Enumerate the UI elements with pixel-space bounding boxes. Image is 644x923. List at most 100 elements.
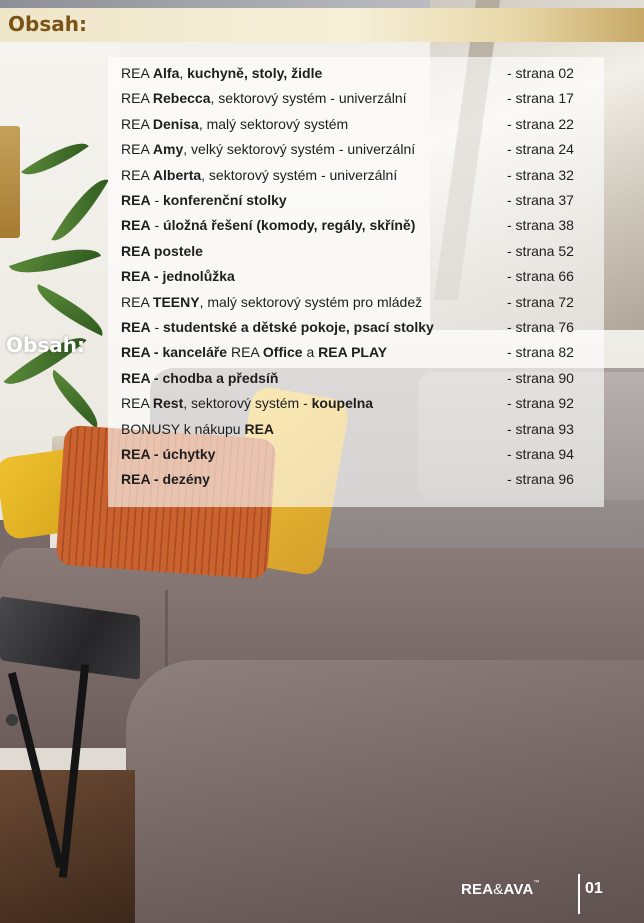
toc-entry-title-part: -: [150, 217, 164, 234]
toc-entry-title-part: REA: [121, 395, 153, 412]
toc-entry-title-part: a: [302, 344, 319, 361]
toc-entry-title-part: REA: [121, 319, 151, 335]
page-number: 01: [585, 880, 603, 897]
toc-entry-title: REA - úchytky: [121, 446, 215, 462]
brand-logo: REA&AVA™: [461, 880, 540, 898]
toc-entry-title: REA Rest, sektorový systém - koupelna: [121, 395, 373, 411]
toc-entry-title-part: -: [150, 192, 164, 208]
toc-entry-title-part: REA: [227, 344, 263, 361]
toc-entry-page: - strana 17: [507, 90, 574, 107]
toc-entry[interactable]: REA - chodba a předsíň - strana 90: [121, 370, 601, 390]
toc-entry-title-part: Denisa: [152, 115, 199, 132]
header-band: [0, 8, 644, 42]
toc-entry-title-part: REA: [121, 115, 153, 132]
toc-entry-title-part: REA - úchytky: [121, 446, 216, 462]
toc-entry-title-part: REA - chodba a předsíň: [121, 369, 279, 386]
toc-entry-title-part: Rebecca: [152, 90, 211, 107]
toc-entry[interactable]: REA Alfa, kuchyně, stoly, židle - strana …: [121, 65, 601, 85]
toc-entry-page: - strana 37: [507, 192, 574, 208]
toc-entry-title-part: úložná řešení (komody, regály, skříně): [163, 217, 416, 234]
toc-entry-title-part: REA: [121, 192, 151, 208]
toc-entry-title-part: ,: [179, 65, 188, 81]
toc-entry-title-part: REA postele: [121, 242, 203, 259]
toc-entry-page: - strana 94: [507, 446, 574, 462]
toc-entry-page: - strana 66: [507, 268, 574, 285]
brand-ampersand: &: [493, 881, 504, 898]
toc-entry-title: REA - dezény: [121, 471, 210, 487]
toc-entry-page: - strana 96: [507, 471, 574, 488]
toc-entry-page: - strana 93: [507, 420, 574, 437]
toc-entry[interactable]: REA Amy, velký sektorový systém - univer…: [121, 141, 601, 161]
toc-entry-title: REA Rebecca, sektorový systém - univerzá…: [121, 90, 407, 106]
toc-entry-title: REA Denisa, malý sektorový systém: [121, 116, 348, 132]
toc-entry[interactable]: REA postele - strana 52: [121, 243, 601, 263]
toc-entry[interactable]: REA - konferenční stolky - strana 37: [121, 192, 601, 212]
toc-entry-title: REA - studentské a dětské pokoje, psací …: [121, 319, 434, 335]
toc-entry[interactable]: REA Alberta, sektorový systém - univerzá…: [121, 167, 601, 187]
toc-entry-title-part: REA - jednolůžka: [121, 268, 235, 285]
brand-rea: REA: [461, 881, 494, 898]
toc-entry-title: REA - kanceláře REA Office a REA PLAY: [121, 344, 387, 360]
toc-entry[interactable]: REA - úchytky - strana 94: [121, 446, 601, 466]
toc-entry-title-part: REA: [121, 293, 153, 310]
toc-entry-title-part: REA: [121, 217, 151, 234]
sofa-chaise: [126, 660, 644, 923]
wall: [0, 40, 120, 460]
toc-entry-title-part: Office: [262, 344, 303, 361]
toc-entry-title-part: studentské a dětské pokoje, psací stolky: [163, 319, 434, 335]
toc-entry-page: - strana 02: [507, 65, 574, 81]
toc-entry-title-part: BONUSY k nákupu: [121, 420, 245, 437]
toc-entry[interactable]: REA Denisa, malý sektorový systém - stran…: [121, 116, 601, 136]
brand-trademark: ™: [533, 880, 540, 886]
toc-entry-title-part: , sektorový systém - univerzální: [210, 90, 407, 107]
toc-entry-page: - strana 52: [507, 242, 574, 259]
toc-entry-title-part: REA - dezény: [121, 471, 210, 488]
toc-entry-page: - strana 72: [507, 293, 574, 310]
toc-entry-title: REA - úložná řešení (komody, regály, skř…: [121, 217, 415, 233]
toc-entry-title-part: REA: [244, 420, 275, 437]
toc-entry-title-part: Rest: [152, 395, 184, 412]
toc-entry-page: - strana 32: [507, 166, 574, 183]
toc-entry[interactable]: REA Rest, sektorový systém - koupelna - s…: [121, 395, 601, 415]
toc-entry-title-part: , malý sektorový systém: [198, 115, 349, 132]
toc-entry-title-part: REA: [121, 166, 153, 183]
toc-entry[interactable]: BONUSY k nákupu REA - strana 93: [121, 421, 601, 441]
toc-entry-title-part: , velký sektorový systém - univerzální: [183, 141, 416, 158]
toc-entry-title-part: Alberta: [152, 166, 202, 183]
toc-entry[interactable]: REA - dezény - strana 96: [121, 471, 601, 491]
toc-entry-title-part: koupelna: [311, 395, 374, 412]
toc-entry-title-part: , malý sektorový systém pro mládež: [199, 293, 423, 310]
toc-entry-title: REA Amy, velký sektorový systém - univer…: [121, 141, 415, 157]
toc-entry-title-part: REA - kanceláře: [121, 344, 228, 361]
toc-entry[interactable]: REA TEENY, malý sektorový systém pro mlá…: [121, 294, 601, 314]
toc-entry-page: - strana 76: [507, 319, 574, 335]
toc-entry-title: REA Alfa, kuchyně, stoly, židle: [121, 65, 322, 81]
toc-entry-title-part: , sektorový systém -: [183, 395, 312, 412]
toc-entry-title: BONUSY k nákupu REA: [121, 421, 274, 437]
toc-entry-title-part: REA PLAY: [318, 344, 388, 361]
toc-entry-title-part: -: [150, 319, 164, 335]
toc-entry-title-part: REA: [121, 141, 153, 158]
footer-divider: [578, 874, 580, 914]
toc-entry[interactable]: REA - kanceláře REA Office a REA PLAY - s…: [121, 344, 601, 364]
toc-entry[interactable]: REA - studentské a dětské pokoje, psací …: [121, 319, 601, 339]
toc-entry-title-part: REA: [121, 65, 153, 81]
toc-entry-title-part: TEENY: [152, 293, 200, 310]
toc-entry[interactable]: REA - úložná řešení (komody, regály, skř…: [121, 217, 601, 237]
floor-lamp: [0, 126, 20, 238]
toc-entry-title-part: kuchyně, stoly, židle: [187, 65, 323, 81]
toc-entry-page: - strana 22: [507, 115, 574, 132]
toc-entry[interactable]: REA - jednolůžka - strana 66: [121, 268, 601, 288]
toc-entry-title-part: , sektorový systém - univerzální: [201, 166, 398, 183]
toc-entry-title: REA - chodba a předsíň: [121, 370, 278, 386]
toc-entry-page: - strana 82: [507, 344, 574, 361]
toc-entry-title: REA - jednolůžka: [121, 268, 235, 284]
toc-entry-page: - strana 90: [507, 369, 574, 386]
toc-entry-title: REA TEENY, malý sektorový systém pro mlá…: [121, 294, 422, 310]
toc-entry-title-part: REA: [121, 90, 153, 107]
page-title: Obsah:: [8, 12, 87, 36]
toc-entry-title-part: Alfa: [152, 65, 180, 81]
toc-entry-page: - strana 24: [507, 141, 574, 158]
toc-entry[interactable]: REA Rebecca, sektorový systém - univerzá…: [121, 90, 601, 110]
toc-entry-title-part: konferenční stolky: [163, 192, 287, 208]
